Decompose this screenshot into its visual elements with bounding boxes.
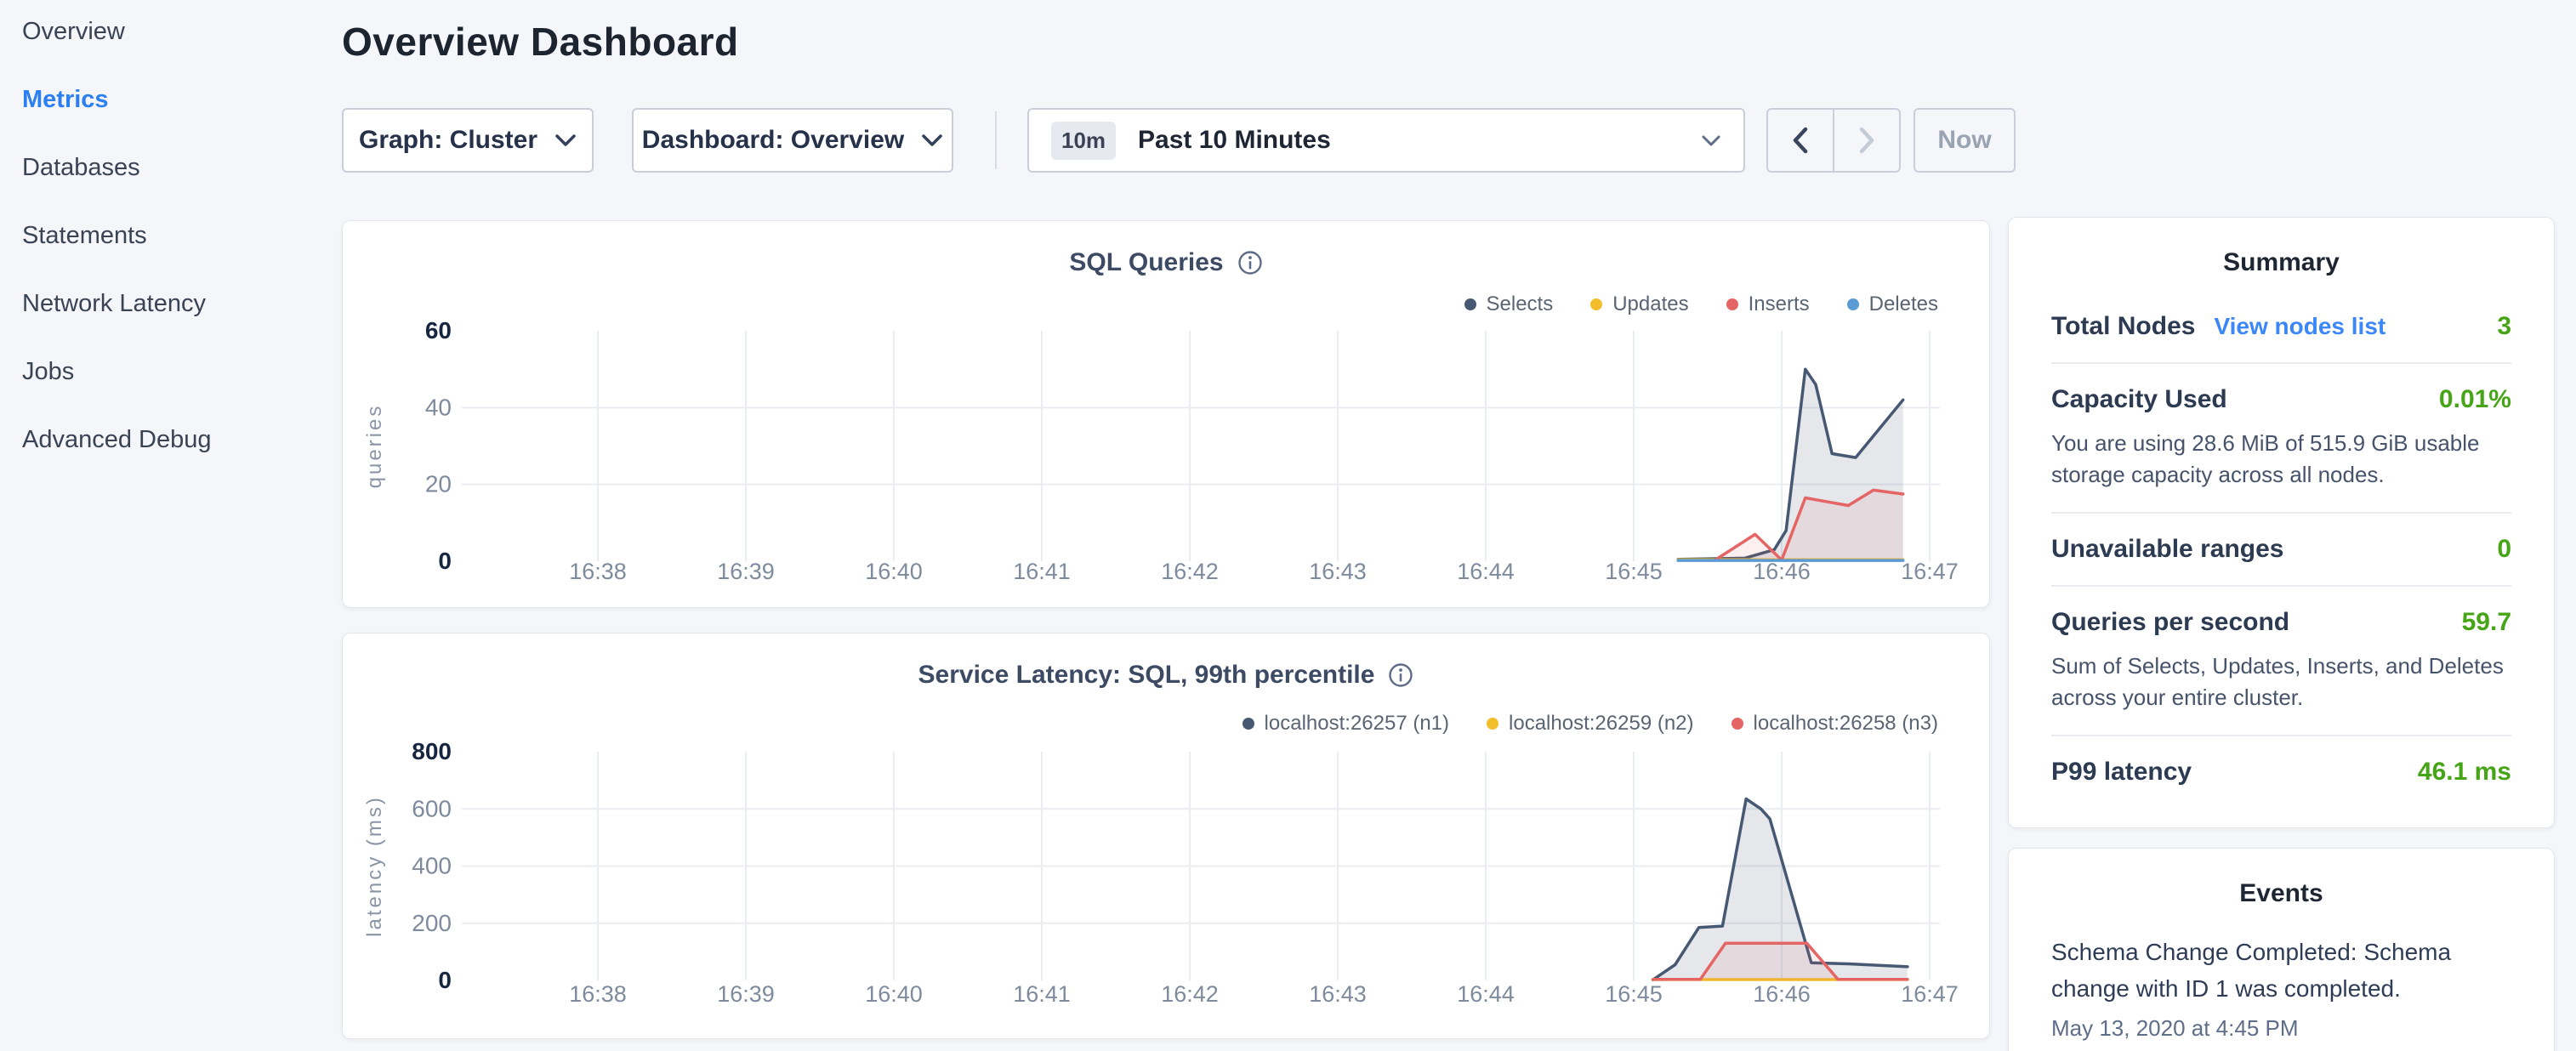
x-tick-label: 16:42 [1161, 559, 1219, 584]
x-tick-label: 16:38 [569, 981, 627, 1007]
summary-stat-value: 0 [2497, 535, 2511, 564]
x-tick-label: 16:43 [1309, 559, 1367, 584]
x-tick-label: 16:44 [1457, 559, 1515, 584]
summary-stat-description: Sum of Selects, Updates, Inserts, and De… [2051, 650, 2511, 713]
x-tick-label: 16:45 [1605, 981, 1663, 1007]
y-tick-label: 20 [425, 471, 452, 497]
summary-stat-head: P99 latency 46.1 ms [2051, 758, 2511, 787]
summary-stat-label: Total Nodes [2051, 312, 2195, 341]
summary-stat-label: Unavailable ranges [2051, 535, 2283, 564]
dashboard-dropdown[interactable]: Dashboard: Overview [632, 108, 953, 173]
controls-divider [995, 111, 997, 169]
service-latency-plot: 16:38 16:39 16:40 16:41 16:42 16:43 16:44 16:45… [343, 633, 1991, 1040]
x-tick-label: 16:44 [1457, 981, 1515, 1007]
summary-stat-label: P99 latency [2051, 758, 2192, 787]
chevron-down-icon [554, 134, 577, 147]
graph-dropdown-label: Graph: Cluster [359, 126, 537, 155]
summary-stat-row-total-nodes: Total Nodes View nodes list 3 [2051, 291, 2511, 364]
summary-stat-head: Capacity Used 0.01% [2051, 385, 2511, 414]
x-tick-label: 16:40 [865, 981, 923, 1007]
event-message: Schema Change Completed: Schema change w… [2051, 934, 2511, 1007]
y-tick-label: 600 [412, 795, 452, 821]
now-button[interactable]: Now [1914, 108, 2016, 173]
events-title: Events [2009, 879, 2554, 908]
sidebar-item-databases[interactable]: Databases [22, 151, 140, 185]
time-step-back-button[interactable] [1768, 110, 1834, 171]
sidebar-item-statements[interactable]: Statements [22, 219, 147, 253]
summary-stat-head: Queries per second 59.7 [2051, 608, 2511, 637]
sql-queries-chart-card: SQL Queries SelectsUpdatesInsertsDeletes… [342, 220, 1990, 608]
chevron-down-icon [921, 134, 943, 147]
y-tick-label: 60 [425, 317, 452, 344]
view-nodes-list-link[interactable]: View nodes list [2214, 313, 2386, 340]
y-axis-title: queries [363, 404, 386, 489]
sidebar-item-advanced-debug[interactable]: Advanced Debug [22, 423, 212, 457]
time-window-label: Past 10 Minutes [1138, 126, 1331, 155]
x-tick-label: 16:47 [1901, 559, 1959, 584]
summary-panel: Summary Total Nodes View nodes list 3 Capac… [2008, 217, 2555, 828]
y-tick-label: 0 [438, 967, 452, 993]
time-step-buttons [1766, 108, 1901, 173]
sidebar-item-metrics[interactable]: Metrics [22, 82, 109, 116]
x-tick-label: 16:45 [1605, 559, 1663, 584]
x-tick-label: 16:46 [1753, 559, 1811, 584]
chevron-right-icon [1857, 126, 1876, 155]
service-latency-chart-card: Service Latency: SQL, 99th percentile lo… [342, 633, 1990, 1039]
summary-stat-value: 3 [2497, 312, 2511, 341]
events-panel: Events Schema Change Completed: Schema c… [2008, 848, 2555, 1051]
y-tick-label: 800 [412, 738, 452, 764]
sql-queries-plot: 16:38 16:39 16:40 16:41 16:42 16:43 16:44 16:45… [343, 221, 1991, 609]
events-list: Schema Change Completed: Schema change w… [2009, 934, 2554, 1042]
x-tick-label: 16:39 [717, 559, 775, 584]
x-tick-label: 16:47 [1901, 981, 1959, 1007]
x-tick-label: 16:39 [717, 981, 775, 1007]
summary-stat-description: You are using 28.6 MiB of 515.9 GiB usab… [2051, 428, 2511, 491]
sidebar-item-network-latency[interactable]: Network Latency [22, 287, 206, 321]
summary-stat-label: Queries per second [2051, 608, 2289, 637]
time-step-forward-button[interactable] [1834, 110, 1899, 171]
summary-stat-value: 46.1 ms [2418, 758, 2511, 787]
event-timestamp: May 13, 2020 at 4:45 PM [2051, 1015, 2511, 1042]
summary-stat-value: 59.7 [2462, 608, 2511, 637]
summary-stat-row-unavailable-ranges: Unavailable ranges 0 [2051, 514, 2511, 587]
chevron-down-icon [1701, 134, 1721, 147]
x-tick-label: 16:41 [1013, 559, 1071, 584]
summary-title: Summary [2009, 248, 2554, 277]
chevron-left-icon [1791, 126, 1810, 155]
y-tick-label: 200 [412, 910, 452, 936]
x-tick-label: 16:41 [1013, 981, 1071, 1007]
summary-stat-value: 0.01% [2439, 385, 2511, 414]
graph-dropdown[interactable]: Graph: Cluster [342, 108, 594, 173]
dashboard-dropdown-label: Dashboard: Overview [642, 126, 904, 155]
x-tick-label: 16:38 [569, 559, 627, 584]
time-window-badge: 10m [1051, 122, 1116, 160]
y-tick-label: 0 [438, 548, 452, 574]
y-tick-label: 400 [412, 853, 452, 879]
x-tick-label: 16:43 [1309, 981, 1367, 1007]
y-axis-title: latency (ms) [363, 795, 386, 937]
event-item: Schema Change Completed: Schema change w… [2051, 934, 2511, 1042]
summary-stat-head: Unavailable ranges 0 [2051, 535, 2511, 564]
summary-stat-label: Capacity Used [2051, 385, 2227, 414]
sidebar-item-jobs[interactable]: Jobs [22, 355, 74, 389]
series-area-inserts [1715, 490, 1903, 561]
summary-stat-head: Total Nodes View nodes list 3 [2051, 312, 2511, 341]
summary-stat-row-capacity-used: Capacity Used 0.01% You are using 28.6 MiB… [2051, 364, 2511, 514]
time-window-dropdown[interactable]: 10m Past 10 Minutes [1027, 108, 1745, 173]
y-tick-label: 40 [425, 394, 452, 420]
summary-rows: Total Nodes View nodes list 3 Capacity Used… [2051, 291, 2511, 808]
x-tick-label: 16:42 [1161, 981, 1219, 1007]
page-title: Overview Dashboard [342, 19, 739, 65]
summary-stat-row-p99-latency: P99 latency 46.1 ms [2051, 736, 2511, 808]
x-tick-label: 16:40 [865, 559, 923, 584]
sidebar-item-overview[interactable]: Overview [22, 14, 125, 48]
summary-stat-row-queries-per-second: Queries per second 59.7 Sum of Selects, Up… [2051, 587, 2511, 736]
x-tick-label: 16:46 [1753, 981, 1811, 1007]
